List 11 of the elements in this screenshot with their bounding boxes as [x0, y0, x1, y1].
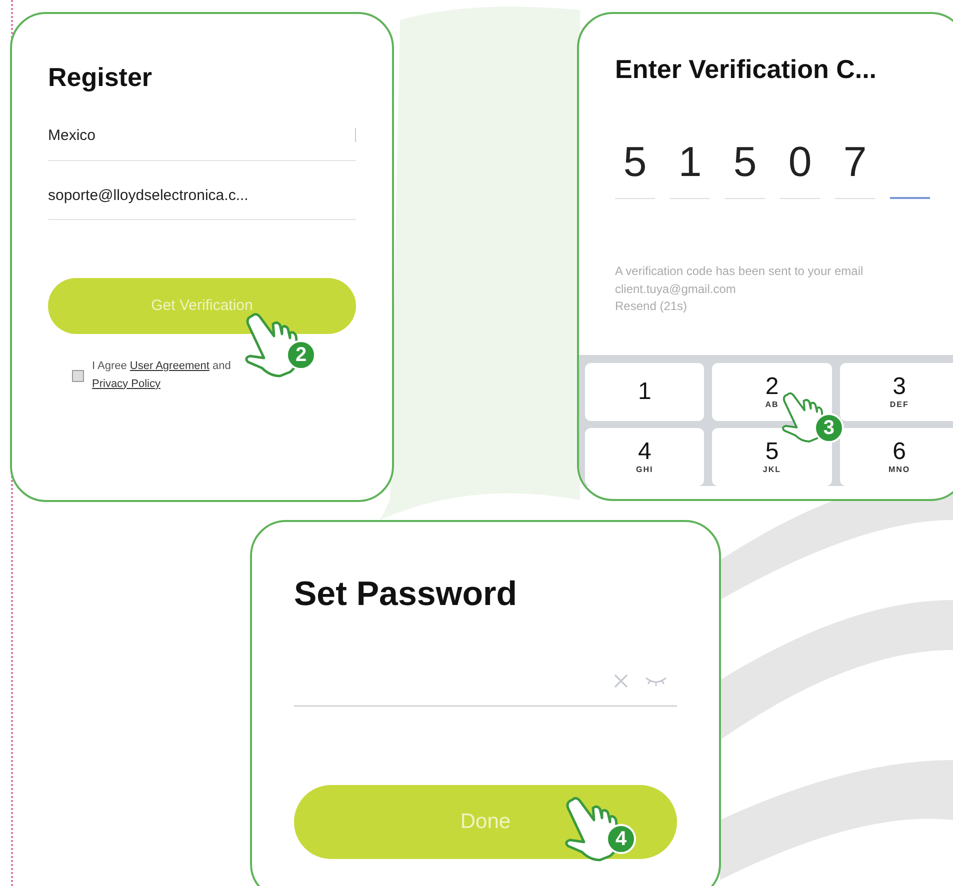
screen-title: Register	[48, 62, 154, 94]
code-digit: 1	[670, 141, 710, 200]
resend-text: Resend (21s)	[615, 298, 688, 315]
code-digit: 5	[725, 141, 765, 200]
code-digit: 5	[615, 141, 655, 200]
screen-title: Set Password	[294, 574, 518, 615]
info-text: A verification code has been sent to your email client.tuya@gmail.com	[615, 263, 864, 298]
screen-title: Enter Verification C...	[614, 54, 878, 86]
code-digit: 0	[780, 141, 820, 200]
code-digit: 7	[835, 141, 875, 200]
step-badge: 2	[286, 340, 316, 370]
